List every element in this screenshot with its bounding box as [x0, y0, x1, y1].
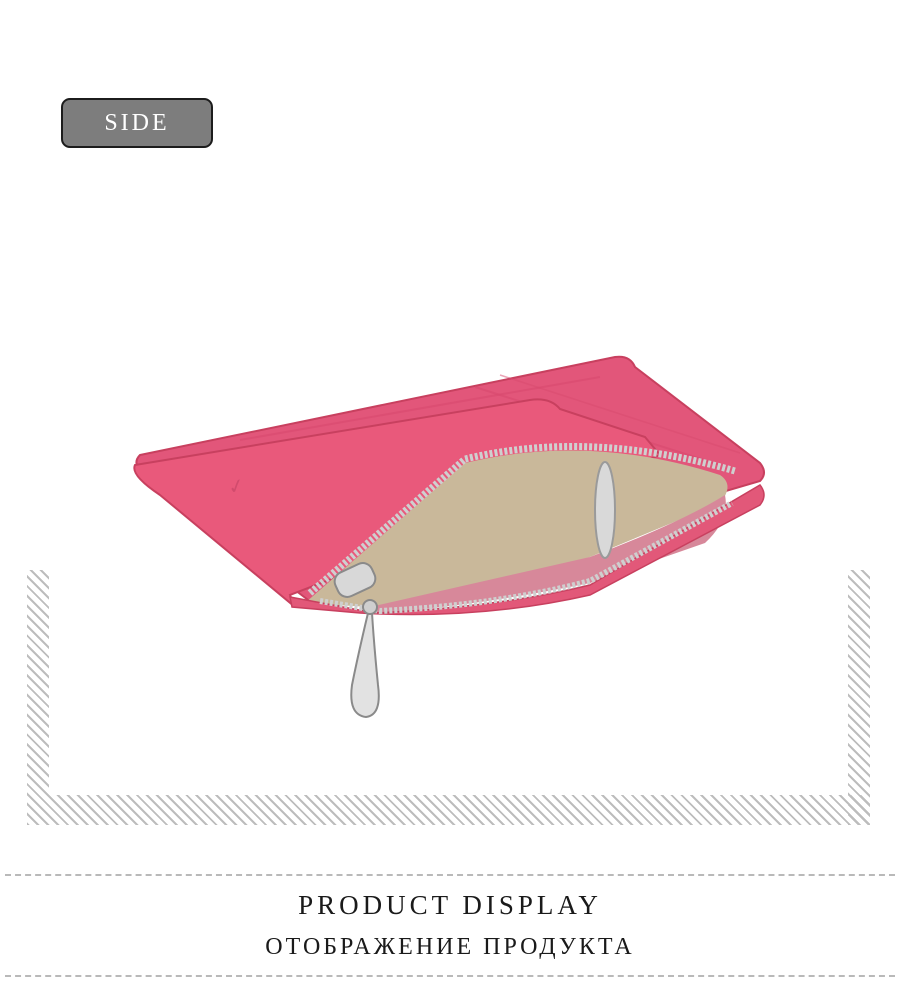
hatch-bottom	[27, 795, 870, 825]
zipper-pull	[350, 612, 380, 719]
section-title-en: PRODUCT DISPLAY	[298, 890, 602, 920]
hatch-right	[848, 570, 870, 825]
hatch-left	[27, 570, 49, 825]
wallet-product-image: ✓	[133, 355, 765, 719]
divider-top	[5, 874, 895, 876]
divider-bottom	[5, 975, 895, 977]
coin-inside	[594, 461, 616, 559]
section-title-ru: ОТОБРАЖЕНИЕ ПРОДУКТА	[265, 934, 635, 960]
